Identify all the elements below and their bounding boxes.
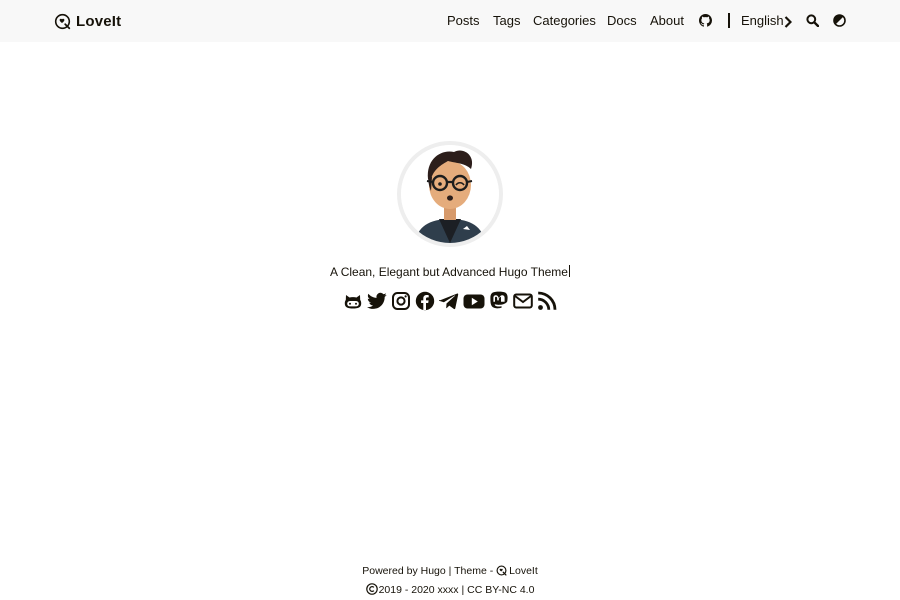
language-select[interactable]: English: [741, 13, 784, 29]
loveit-logo-icon: [54, 13, 71, 30]
telegram-icon[interactable]: [439, 291, 459, 311]
nav-about[interactable]: About: [650, 13, 684, 29]
powered-by-label: Powered by: [362, 565, 418, 577]
author-link[interactable]: xxxx: [438, 584, 459, 596]
nav-docs[interactable]: Docs: [607, 13, 637, 29]
language-label: English: [741, 13, 784, 28]
theme-label: | Theme -: [448, 565, 494, 577]
site-subtitle: A Clean, Elegant but Advanced Hugo Theme: [0, 264, 900, 280]
nav-categories[interactable]: Categories: [533, 13, 596, 29]
copyright-years: 2019 - 2020: [378, 584, 435, 596]
twitter-icon[interactable]: [367, 291, 387, 311]
nav-posts[interactable]: Posts: [447, 13, 480, 29]
theme-toggle-icon[interactable]: [833, 14, 846, 32]
github-icon[interactable]: [343, 291, 363, 311]
theme-link[interactable]: LoveIt: [496, 565, 538, 577]
site-title: LoveIt: [76, 12, 122, 30]
chevron-right-icon[interactable]: [784, 15, 793, 33]
license-link[interactable]: CC BY-NC 4.0: [467, 584, 534, 596]
site-brand[interactable]: LoveIt: [54, 11, 121, 31]
footer-powered-line: Powered by Hugo | Theme - LoveIt: [0, 563, 900, 582]
license-separator: |: [461, 584, 465, 596]
loveit-logo-icon: [496, 565, 507, 582]
instagram-icon[interactable]: [391, 291, 411, 311]
typing-cursor: [568, 265, 570, 277]
search-icon[interactable]: [806, 14, 820, 32]
footer-copyright-line: 2019 - 2020 xxxx | CC BY-NC 4.0: [0, 582, 900, 600]
nav-divider: [728, 13, 730, 28]
nav-tags[interactable]: Tags: [493, 13, 520, 29]
subtitle-text: A Clean, Elegant but Advanced Hugo Theme: [330, 265, 568, 279]
rss-icon[interactable]: [537, 291, 557, 311]
theme-name: LoveIt: [509, 565, 538, 577]
youtube-icon[interactable]: [463, 291, 485, 311]
site-header: LoveIt Posts Tags Categories Docs About …: [0, 0, 900, 42]
site-footer: Powered by Hugo | Theme - LoveIt 2019 - …: [0, 563, 900, 600]
copyright-icon: [365, 583, 378, 600]
facebook-icon[interactable]: [415, 291, 435, 311]
avatar-image: [401, 145, 499, 243]
mastodon-icon[interactable]: [489, 291, 509, 311]
email-icon[interactable]: [513, 291, 533, 311]
hugo-link[interactable]: Hugo: [421, 565, 446, 577]
github-icon[interactable]: [699, 14, 712, 32]
avatar: [397, 141, 503, 247]
